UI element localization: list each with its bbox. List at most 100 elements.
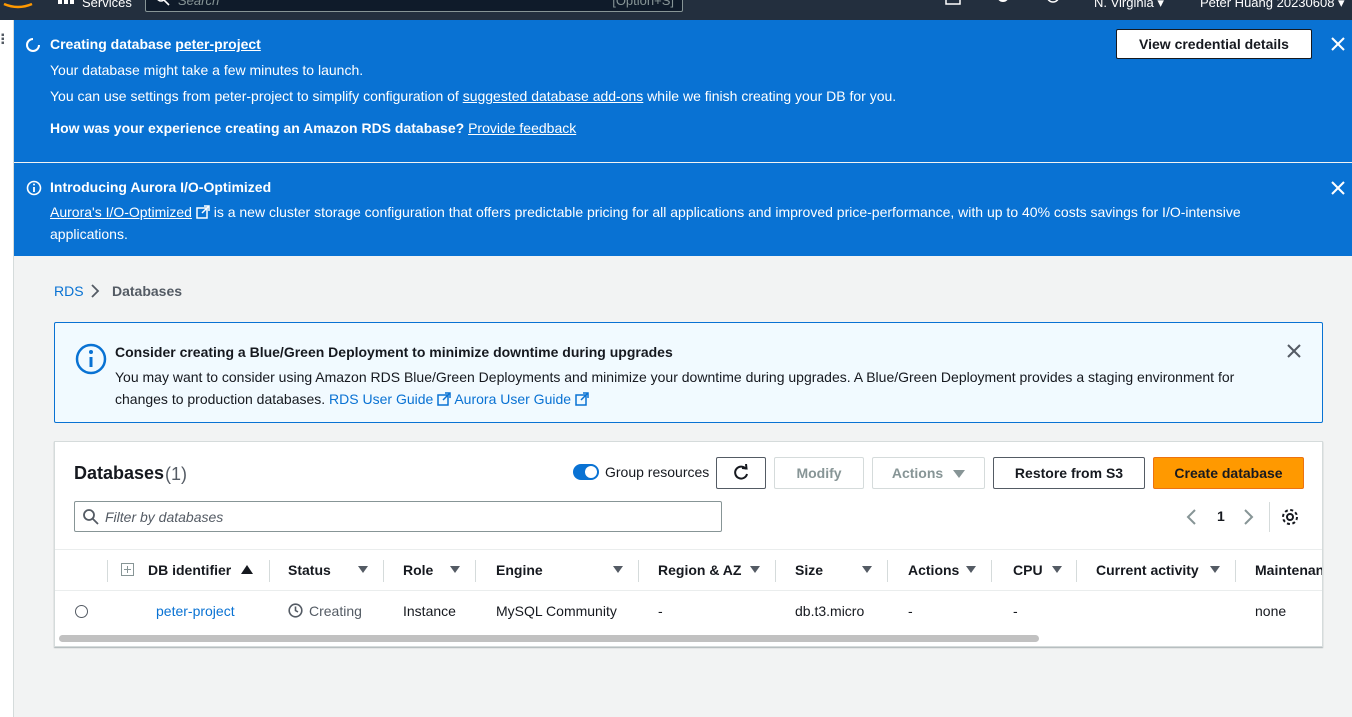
blue-green-info-alert: Consider creating a Blue/Green Deploymen…	[54, 322, 1323, 423]
alert-title: Consider creating a Blue/Green Deploymen…	[115, 344, 673, 360]
db-identifier-link[interactable]: peter-project	[156, 603, 235, 619]
search-icon	[157, 0, 170, 6]
create-database-button[interactable]: Create database	[1153, 457, 1304, 489]
column-status[interactable]: Status	[288, 562, 331, 578]
sort-ascending-icon[interactable]	[241, 565, 253, 574]
sort-icon[interactable]	[1210, 566, 1220, 573]
toggle-knob	[585, 466, 597, 478]
spinner-icon	[26, 38, 40, 52]
flash-line-1: Your database might take a few minutes t…	[50, 62, 364, 78]
region-selector[interactable]: N. Virginia ▾	[1094, 0, 1164, 11]
chevron-right-icon	[91, 284, 100, 298]
column-role[interactable]: Role	[403, 562, 433, 578]
refresh-icon	[734, 463, 748, 480]
maintenance-cell: none	[1255, 603, 1287, 619]
aws-logo-icon[interactable]	[0, 0, 36, 10]
table-header: DB identifier Status Role Engine Region …	[55, 549, 1322, 591]
column-divider	[475, 560, 476, 582]
region-cell: -	[658, 603, 663, 619]
column-divider	[775, 560, 776, 582]
sort-icon[interactable]	[613, 566, 623, 573]
flash-aurora-title: Introducing Aurora I/O-Optimized	[50, 179, 272, 195]
search-placeholder: Search	[178, 0, 220, 8]
rds-user-guide-link[interactable]: RDS User Guide	[329, 391, 433, 407]
services-grid-icon[interactable]	[58, 0, 74, 6]
group-resources-label: Group resources	[605, 464, 710, 480]
actions-dropdown[interactable]: Actions	[872, 457, 985, 489]
sort-icon[interactable]	[862, 566, 872, 573]
column-cpu[interactable]: CPU	[1013, 562, 1043, 578]
current-page[interactable]: 1	[1217, 508, 1225, 524]
cloudshell-icon[interactable]	[945, 0, 961, 6]
external-link-icon	[437, 392, 451, 406]
aurora-user-guide-link[interactable]: Aurora User Guide	[454, 391, 571, 407]
filter-text-field[interactable]	[105, 507, 705, 527]
cpu-cell: -	[1013, 603, 1018, 619]
search-icon	[83, 509, 99, 525]
info-icon	[26, 180, 42, 196]
engine-cell: MySQL Community	[496, 603, 617, 619]
caret-down-icon	[953, 470, 966, 479]
column-divider	[1235, 560, 1236, 582]
column-divider	[991, 560, 992, 582]
expand-all-icon[interactable]	[121, 563, 134, 576]
chevron-right-icon[interactable]	[1243, 508, 1255, 526]
column-divider	[383, 560, 384, 582]
view-credential-details-button[interactable]: View credential details	[1116, 29, 1312, 59]
close-icon[interactable]	[1330, 36, 1346, 52]
actions-cell: -	[908, 603, 913, 619]
flash-aurora-io-optimized: Introducing Aurora I/O-Optimized Aurora'…	[14, 163, 1352, 256]
info-icon	[75, 343, 107, 375]
pager-divider	[1269, 502, 1270, 532]
flash-creating-database: Creating database peter-project Your dat…	[14, 20, 1352, 162]
databases-panel: Databases (1) Group resources Modify Act…	[54, 441, 1323, 647]
flash-aurora-body: Aurora's I/O-Optimized is a new cluster …	[50, 204, 1241, 242]
provide-feedback-link[interactable]: Provide feedback	[468, 120, 576, 136]
account-menu[interactable]: Peter Huang 20230608 ▾	[1200, 0, 1345, 11]
size-cell: db.t3.micro	[795, 603, 865, 619]
help-icon[interactable]	[1045, 0, 1061, 6]
close-icon[interactable]	[1330, 180, 1346, 196]
refresh-button[interactable]	[716, 457, 766, 489]
sort-icon[interactable]	[358, 566, 368, 573]
column-size[interactable]: Size	[795, 562, 823, 578]
sort-icon[interactable]	[450, 566, 460, 573]
chevron-left-icon[interactable]	[1185, 508, 1197, 526]
top-navigation: Services Search [Option+S] N. Virginia ▾…	[0, 0, 1352, 20]
gear-icon[interactable]	[1281, 508, 1299, 526]
database-link[interactable]: peter-project	[175, 36, 261, 52]
column-db-identifier[interactable]: DB identifier	[148, 562, 231, 578]
menu-toggle-icon[interactable]: ▪ ▪ ▪	[1, 31, 5, 49]
status-text: Creating	[309, 603, 362, 619]
table-row[interactable]: peter-project Creating Instance MySQL Co…	[55, 591, 1322, 631]
external-link-icon	[575, 392, 589, 406]
sort-icon[interactable]	[966, 566, 976, 573]
row-select-radio[interactable]	[75, 605, 88, 618]
restore-from-s3-button[interactable]: Restore from S3	[993, 457, 1145, 489]
column-maintenance[interactable]: Maintenan	[1255, 562, 1322, 578]
search-shortcut: [Option+S]	[612, 0, 674, 8]
horizontal-scrollbar[interactable]	[59, 635, 1039, 642]
modify-button[interactable]: Modify	[774, 457, 864, 489]
sort-icon[interactable]	[750, 566, 760, 573]
global-search-input[interactable]: Search [Option+S]	[145, 0, 683, 12]
column-engine[interactable]: Engine	[496, 562, 543, 578]
settings-gear-icon[interactable]	[995, 0, 1011, 6]
close-icon[interactable]	[1286, 343, 1302, 359]
breadcrumb-databases: Databases	[112, 283, 183, 299]
column-current-activity[interactable]: Current activity	[1096, 562, 1199, 578]
suggested-addons-link[interactable]: suggested database add-ons	[463, 88, 644, 104]
database-count: (1)	[165, 464, 187, 484]
filter-databases-input[interactable]	[74, 501, 722, 532]
sort-icon[interactable]	[1052, 566, 1062, 573]
column-actions[interactable]: Actions	[908, 562, 959, 578]
panel-title: Databases	[74, 463, 165, 483]
side-navigation-collapsed[interactable]: ▪ ▪ ▪	[0, 20, 14, 717]
breadcrumb-rds[interactable]: RDS	[54, 283, 84, 299]
aurora-io-link[interactable]: Aurora's I/O-Optimized	[50, 204, 192, 220]
role-cell: Instance	[403, 603, 456, 619]
column-region-az[interactable]: Region & AZ	[658, 562, 741, 578]
column-divider	[269, 560, 270, 582]
group-resources-toggle[interactable]	[573, 464, 599, 480]
services-menu[interactable]: Services	[82, 0, 132, 10]
